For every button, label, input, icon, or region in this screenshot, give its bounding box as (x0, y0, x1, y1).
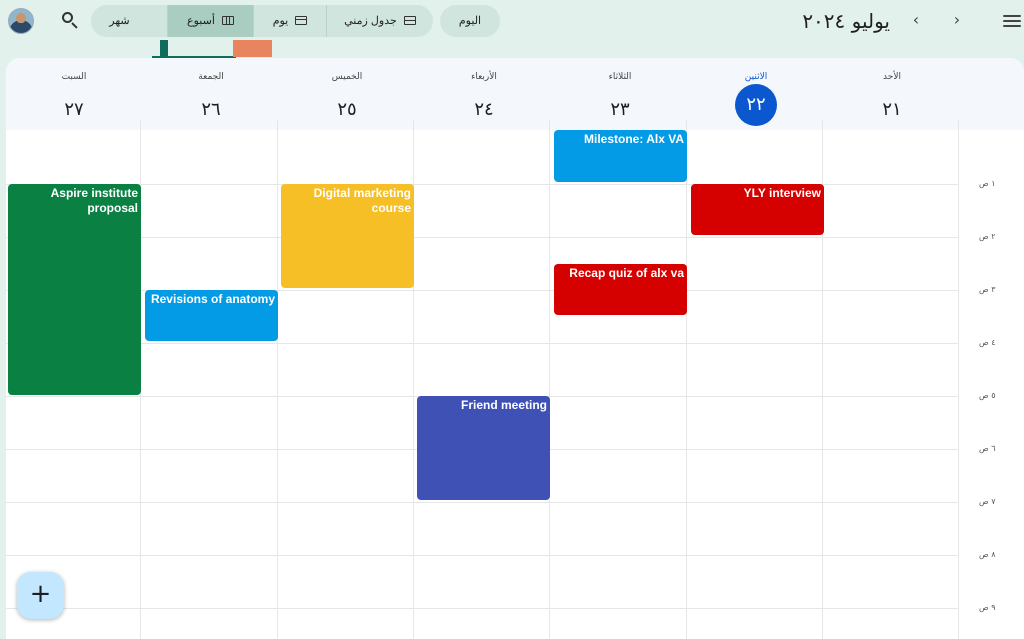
view-month-button[interactable]: شهر (91, 5, 167, 37)
day-header-sun: الأحد ٢١ (824, 58, 960, 130)
time-label: ٦ ص (979, 444, 996, 453)
banner-decoration (233, 40, 272, 57)
page-title: يوليو ٢٠٢٤ (802, 9, 890, 33)
prev-week-button[interactable]: ‹ (906, 10, 926, 30)
view-week-label: أسبوع (187, 15, 215, 27)
view-day-label: يوم (272, 15, 289, 27)
event-milestone-alx-va[interactable]: Milestone: Alx VA (554, 130, 687, 182)
view-switcher: شهر أسبوع يوم جدول زمني (91, 5, 433, 37)
day-name: الأحد (883, 72, 901, 82)
day-divider (958, 120, 959, 639)
time-label: ٧ ص (979, 497, 996, 506)
time-label: ٩ ص (979, 603, 996, 612)
hour-line (6, 502, 958, 503)
avatar[interactable] (8, 8, 34, 34)
day-header-row: الأحد ٢١ الاثنين ٢٢ الثلاثاء ٢٣ الأربعاء… (6, 58, 1024, 130)
hour-line (6, 555, 958, 556)
day-header-fri: الجمعة ٢٦ (143, 58, 279, 130)
day-divider (686, 120, 687, 639)
day-number-current[interactable]: ٢٢ (735, 84, 777, 126)
view-week-button[interactable]: أسبوع (167, 5, 253, 37)
time-label: ٢ ص (979, 232, 996, 241)
day-view-icon (295, 16, 308, 25)
day-number[interactable]: ٢٤ (463, 89, 505, 131)
day-name: الأربعاء (471, 72, 497, 82)
event-aspire-proposal[interactable]: Aspire institute proposal (8, 184, 141, 395)
day-header-mon: الاثنين ٢٢ (688, 58, 824, 130)
search-icon[interactable] (61, 11, 79, 29)
time-label: ٨ ص (979, 550, 996, 559)
event-friend-meeting[interactable]: Friend meeting (417, 396, 550, 500)
view-schedule-button[interactable]: جدول زمني (326, 5, 433, 37)
main-menu-icon[interactable] (1003, 12, 1021, 28)
day-number[interactable]: ٢٥ (326, 89, 368, 131)
day-header-tue: الثلاثاء ٢٣ (552, 58, 688, 130)
day-number[interactable]: ٢٦ (190, 89, 232, 131)
time-label: ٣ ص (979, 285, 996, 294)
time-grid[interactable]: ١ ص ٢ ص ٣ ص ٤ ص ٥ ص ٦ ص ٧ ص ٨ ص ٩ ص Mile… (6, 120, 1024, 639)
view-day-button[interactable]: يوم (253, 5, 326, 37)
day-divider (277, 120, 278, 639)
week-view-icon (221, 16, 234, 25)
hour-line (6, 343, 958, 344)
time-label: ٤ ص (979, 338, 996, 347)
next-week-button[interactable]: › (947, 10, 967, 30)
time-label: ٥ ص (979, 391, 996, 400)
day-number[interactable]: ٢٧ (53, 89, 95, 131)
view-month-label: شهر (109, 15, 130, 27)
day-name: السبت (61, 72, 87, 82)
time-label: ١ ص (979, 179, 996, 188)
day-header-thu: الخميس ٢٥ (279, 58, 415, 130)
day-divider (549, 120, 550, 639)
event-digital-marketing[interactable]: Digital marketing course (281, 184, 414, 288)
view-schedule-label: جدول زمني (344, 15, 397, 27)
day-number[interactable]: ٢١ (871, 89, 913, 131)
hour-line (6, 237, 958, 238)
day-name: الجمعة (198, 72, 224, 82)
day-header-wed: الأربعاء ٢٤ (416, 58, 552, 130)
day-number[interactable]: ٢٣ (599, 89, 641, 131)
day-header-sat: السبت ٢٧ (6, 58, 142, 130)
day-name: الخميس (331, 72, 363, 82)
schedule-view-icon (403, 16, 416, 25)
create-event-button[interactable]: + (17, 572, 64, 619)
event-yly-interview[interactable]: YLY interview (691, 184, 824, 235)
day-name: الثلاثاء (608, 72, 632, 82)
day-name: الاثنين (744, 72, 768, 82)
banner-decoration (160, 40, 168, 57)
event-revisions-anatomy[interactable]: Revisions of anatomy (145, 290, 278, 341)
week-calendar: الأحد ٢١ الاثنين ٢٢ الثلاثاء ٢٣ الأربعاء… (6, 58, 1024, 639)
hour-line (6, 608, 958, 609)
event-recap-quiz[interactable]: Recap quiz of alx va (554, 264, 687, 315)
today-button[interactable]: اليوم (440, 5, 500, 37)
